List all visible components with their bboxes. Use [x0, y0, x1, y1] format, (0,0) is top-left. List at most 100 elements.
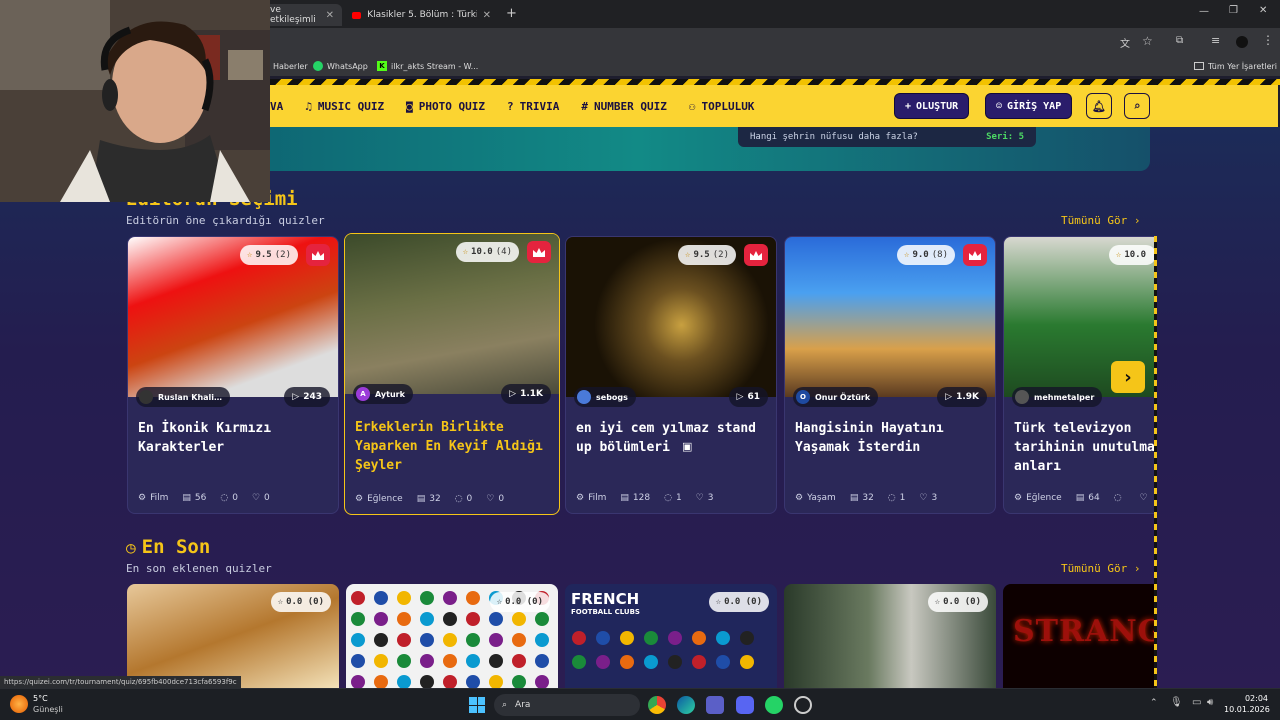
- see-all-latest-link[interactable]: Tümünü Gör ›: [1061, 562, 1140, 575]
- play-icon: ▷: [945, 392, 953, 402]
- nav-item-music-quiz[interactable]: ♫ MUSIC QUIZ: [305, 100, 384, 113]
- create-button[interactable]: + OLUŞTUR: [894, 93, 970, 119]
- volume-icon[interactable]: 🔊︎: [1207, 697, 1213, 708]
- category[interactable]: ⚙ Eğlence: [355, 494, 403, 504]
- teams-taskbar-icon[interactable]: [706, 696, 724, 714]
- extensions-icon[interactable]: ⧉: [1176, 35, 1183, 46]
- play-count-badge: ▷ 61: [728, 387, 768, 407]
- close-window-icon[interactable]: ✕: [1259, 5, 1267, 16]
- clock-time[interactable]: 02:04: [1226, 694, 1268, 703]
- weather-icon[interactable]: [10, 695, 28, 713]
- play-icon: ▷: [736, 392, 744, 402]
- nav-label: VA: [270, 99, 284, 113]
- club-badge: [443, 633, 457, 647]
- latest-card-badges[interactable]: ☆ 0.0 (0): [346, 584, 558, 688]
- latest-card-person[interactable]: ☆ 0.0 (0): [784, 584, 996, 688]
- quiz-title[interactable]: Türk televizyon tarihinin unutulmaz anla…: [1014, 419, 1154, 476]
- bookmark-all[interactable]: Tüm Yer İşaretleri: [1194, 62, 1277, 71]
- minimize-icon[interactable]: —: [1199, 6, 1209, 17]
- profile-icon[interactable]: [1236, 36, 1248, 48]
- carousel-next-button[interactable]: ›: [1111, 361, 1145, 393]
- nav-item-va[interactable]: VA: [270, 100, 283, 113]
- comment-icon: ◌: [664, 493, 672, 503]
- translate-icon[interactable]: 文: [1120, 35, 1130, 50]
- quiz-card[interactable]: ☆ 9.5 (2) sebogs ▷ 61 en iyi cem yılmaz sta…: [565, 236, 777, 514]
- restore-icon[interactable]: ❐: [1229, 5, 1238, 16]
- quiz-card[interactable]: ☆ 10.0 mehmetalper › Türk televizyon tari…: [1003, 236, 1155, 514]
- nav-item-topluluk[interactable]: ⚇ TOPLULUK: [689, 100, 755, 113]
- chrome-taskbar-icon[interactable]: [648, 696, 666, 714]
- latest-card-stranger[interactable]: STRANG: [1003, 584, 1155, 688]
- question-count-value: 32: [862, 493, 874, 503]
- author-chip[interactable]: Ruslan Khali…: [136, 387, 231, 407]
- quiz-card[interactable]: ☆ 10.0 (4) A Ayturk ▷ 1.1K Erkeklerin Birlik…: [344, 233, 560, 515]
- rating-count: (8): [931, 250, 948, 260]
- mic-icon[interactable]: 🎙︎: [1170, 697, 1183, 708]
- club-badge: [489, 633, 503, 647]
- nav-item-photo-quiz[interactable]: ◙ PHOTO QUIZ: [406, 100, 485, 113]
- button-label: OLUŞTUR: [916, 100, 959, 112]
- stack-icon: ▤: [182, 493, 191, 503]
- discord-taskbar-icon[interactable]: [736, 696, 754, 714]
- chevron-right-icon: ›: [1133, 214, 1141, 227]
- obs-taskbar-icon[interactable]: [794, 696, 812, 714]
- star-icon[interactable]: ☆: [1142, 34, 1153, 48]
- nav-item-trivia[interactable]: ? TRIVIA: [507, 100, 559, 113]
- category[interactable]: ⚙ Yaşam: [795, 493, 836, 503]
- rating-badge: ☆ 0.0 (0): [708, 592, 769, 612]
- clock-date[interactable]: 10.01.2026: [1224, 705, 1270, 714]
- network-icon[interactable]: ▭: [1192, 697, 1201, 708]
- search-button[interactable]: ⌕: [1124, 93, 1150, 119]
- club-badge: [512, 612, 526, 626]
- play-count: 1.9K: [956, 392, 979, 402]
- author-chip[interactable]: mehmetalper: [1012, 387, 1103, 407]
- tab-active[interactable]: ve etkileşimli ✕: [262, 4, 342, 26]
- windows-start-icon[interactable]: [469, 697, 485, 713]
- bell-icon: 🔔︎: [1092, 99, 1106, 113]
- notifications-button[interactable]: 🔔︎: [1086, 93, 1112, 119]
- quiz-card[interactable]: ☆ 9.0 (8) O Onur Öztürk ▷ 1.9K Hangisinin Ha…: [784, 236, 996, 514]
- quiz-card[interactable]: ☆ 9.5 (2) Ruslan Khali… ▷ 243 En İkonik Kır…: [127, 236, 339, 514]
- latest-card-french-clubs[interactable]: FRENCH FOOTBALL CLUBS ☆ 0.0 (0): [565, 584, 777, 688]
- whatsapp-taskbar-icon[interactable]: [765, 696, 783, 714]
- author-chip[interactable]: O Onur Öztürk: [793, 387, 879, 407]
- tab-youtube[interactable]: Klasikler 5. Bölüm : Türkiye- İzle ✕: [344, 4, 499, 26]
- quiz-title[interactable]: Erkeklerin Birlikte Yaparken En Keyif Al…: [355, 418, 550, 475]
- star-icon: ☆: [715, 597, 722, 607]
- more-icon[interactable]: ⋮: [1262, 33, 1274, 47]
- bookmark-whatsapp[interactable]: WhatsApp: [313, 61, 368, 71]
- play-count: 61: [747, 392, 760, 402]
- stack-icon: ▤: [849, 493, 859, 503]
- tray-up-icon[interactable]: ⌃: [1150, 698, 1158, 708]
- category[interactable]: ⚙ Eğlence: [1014, 493, 1062, 503]
- author-chip[interactable]: sebogs: [574, 387, 636, 407]
- quiz-title[interactable]: En İkonik Kırmızı Karakterler: [138, 419, 333, 457]
- club-badge: [397, 612, 411, 626]
- author-chip[interactable]: A Ayturk: [353, 384, 413, 404]
- category[interactable]: ⚙ Film: [138, 493, 168, 503]
- club-badge: [443, 591, 457, 605]
- bookmark-haberler[interactable]: Haberler: [273, 62, 308, 71]
- category[interactable]: ⚙ Film: [576, 493, 606, 503]
- close-tab-icon[interactable]: ✕: [483, 10, 491, 21]
- edge-taskbar-icon[interactable]: [677, 696, 695, 714]
- club-badge: [596, 631, 610, 645]
- nav-item-number-quiz[interactable]: # NUMBER QUIZ: [581, 100, 666, 113]
- latest-card-sandwich[interactable]: ☆ 0.0 (0): [127, 584, 339, 688]
- kick-icon: K: [377, 61, 387, 71]
- quiz-title[interactable]: Hangisinin Hayatını Yaşamak İsterdin: [795, 419, 990, 457]
- close-tab-icon[interactable]: ✕: [326, 10, 334, 21]
- bookmark-label: Tüm Yer İşaretleri: [1208, 61, 1278, 71]
- club-badge: [374, 675, 388, 688]
- login-button[interactable]: ☺ GİRİŞ YAP: [985, 93, 1073, 119]
- comment-icon: ◌: [220, 493, 229, 503]
- bookmark-kick[interactable]: Kilkr_akts Stream - W...: [377, 61, 478, 71]
- challenge-ticker[interactable]: Hangi şehrin nüfusu daha fazla? Seri: 5: [738, 127, 1036, 147]
- club-badge: [420, 591, 434, 605]
- menu-list-icon[interactable]: ≡: [1211, 34, 1220, 47]
- club-badge: [374, 654, 388, 668]
- see-all-editors-link[interactable]: Tümünü Gör ›: [1061, 214, 1140, 227]
- taskbar-search-box[interactable]: ⌕ Ara: [494, 694, 640, 716]
- quiz-title[interactable]: en iyi cem yılmaz stand up bölümleri: [576, 419, 771, 457]
- new-tab-icon[interactable]: +: [506, 6, 517, 21]
